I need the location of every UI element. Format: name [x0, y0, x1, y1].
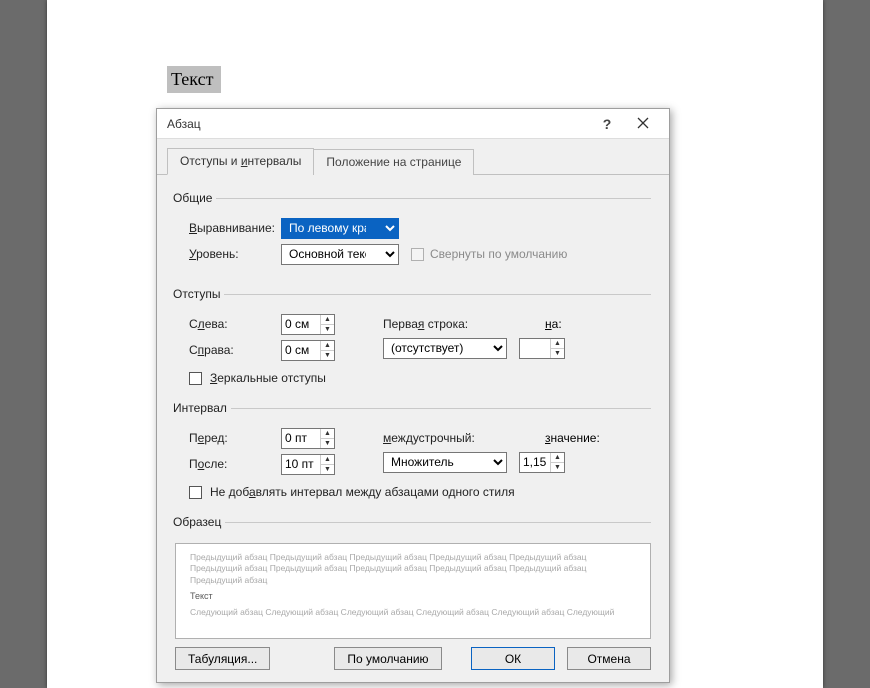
group-general: Общие Выравнивание: По левому краю Урове… [175, 191, 651, 269]
linespace-select[interactable]: Множитель [383, 452, 507, 473]
dialog-titlebar: Абзац ? [157, 109, 669, 139]
preview-sample: Текст [190, 590, 636, 602]
spin-up-icon[interactable]: ▲ [321, 455, 334, 465]
cancel-button[interactable]: Отмена [567, 647, 651, 670]
spin-up-icon[interactable]: ▲ [321, 341, 334, 351]
checkbox-icon [189, 486, 202, 499]
space-after-label: После: [189, 457, 281, 471]
no-space-same-style-checkbox[interactable]: Не добавлять интервал между абзацами одн… [189, 485, 651, 499]
space-before-input[interactable] [282, 429, 320, 448]
no-space-same-style-label: Не добавлять интервал между абзацами одн… [210, 485, 515, 499]
paragraph-dialog: Абзац ? Отступы и интервалы Положение на… [156, 108, 670, 683]
spin-down-icon[interactable]: ▼ [321, 325, 334, 334]
preview-prev-para: Предыдущий абзац Предыдущий абзац Предыд… [190, 552, 636, 586]
help-button[interactable]: ? [589, 116, 625, 132]
spin-up-icon[interactable]: ▲ [551, 453, 564, 463]
tab-indents-spacing[interactable]: Отступы и интервалы [167, 148, 314, 175]
preview-next-para: Следующий абзац Следующий абзац Следующи… [190, 607, 636, 618]
space-after-spinner[interactable]: ▲▼ [281, 454, 335, 475]
selected-text[interactable]: Текст [167, 66, 221, 93]
tabs-button[interactable]: Табуляция... [175, 647, 270, 670]
linespace-label: междустрочный: [383, 431, 533, 445]
spin-down-icon[interactable]: ▼ [321, 439, 334, 448]
dialog-tabs: Отступы и интервалы Положение на страниц… [157, 139, 669, 175]
group-preview-legend: Образец [173, 515, 225, 529]
by-spinner[interactable]: ▲▼ [519, 338, 565, 359]
at-input[interactable] [520, 453, 550, 472]
close-icon [637, 117, 649, 129]
firstline-select[interactable]: (отсутствует) [383, 338, 507, 359]
dialog-footer: Табуляция... По умолчанию ОК Отмена [157, 639, 669, 682]
group-indents-legend: Отступы [173, 287, 224, 301]
spin-up-icon[interactable]: ▲ [321, 429, 334, 439]
spin-up-icon[interactable]: ▲ [321, 315, 334, 325]
group-general-legend: Общие [173, 191, 216, 205]
dialog-title: Абзац [167, 117, 589, 131]
spin-down-icon[interactable]: ▼ [321, 351, 334, 360]
space-after-input[interactable] [282, 455, 320, 474]
firstline-label: Первая строка: [383, 317, 533, 331]
spin-up-icon[interactable]: ▲ [551, 339, 564, 349]
default-button[interactable]: По умолчанию [334, 647, 441, 670]
at-label: значение: [545, 431, 601, 445]
spin-down-icon[interactable]: ▼ [321, 465, 334, 474]
ok-button[interactable]: ОК [471, 647, 555, 670]
space-before-spinner[interactable]: ▲▼ [281, 428, 335, 449]
group-spacing-legend: Интервал [173, 401, 231, 415]
indent-right-input[interactable] [282, 341, 320, 360]
indent-left-spinner[interactable]: ▲▼ [281, 314, 335, 335]
indent-right-spinner[interactable]: ▲▼ [281, 340, 335, 361]
by-label: на: [545, 317, 599, 331]
close-button[interactable] [625, 116, 661, 132]
mirror-indents-label: Зеркальные отступы [210, 371, 326, 385]
checkbox-icon [189, 372, 202, 385]
group-spacing: Интервал Перед: ▲▼ После: ▲▼ [175, 401, 651, 501]
tab-label: Отступы и интервалы [180, 154, 301, 168]
outline-label: Уровень: [189, 247, 281, 261]
alignment-select[interactable]: По левому краю [281, 218, 399, 239]
tab-page-position[interactable]: Положение на странице [313, 149, 474, 175]
dialog-body: Общие Выравнивание: По левому краю Урове… [157, 175, 669, 639]
indent-left-input[interactable] [282, 315, 320, 334]
group-preview: Образец Предыдущий абзац Предыдущий абза… [175, 515, 651, 639]
collapsed-label: Свернуты по умолчанию [430, 247, 567, 261]
group-indents: Отступы Слева: ▲▼ Справа: ▲▼ [175, 287, 651, 387]
preview-box: Предыдущий абзац Предыдущий абзац Предыд… [175, 543, 651, 639]
checkbox-icon [411, 248, 424, 261]
by-input[interactable] [520, 339, 550, 358]
alignment-label: Выравнивание: [189, 221, 281, 235]
indent-left-label: Слева: [189, 317, 281, 331]
spin-down-icon[interactable]: ▼ [551, 463, 564, 472]
collapsed-checkbox: Свернуты по умолчанию [411, 247, 567, 261]
mirror-indents-checkbox[interactable]: Зеркальные отступы [189, 371, 651, 385]
spin-down-icon[interactable]: ▼ [551, 349, 564, 358]
outline-select[interactable]: Основной текст [281, 244, 399, 265]
space-before-label: Перед: [189, 431, 281, 445]
indent-right-label: Справа: [189, 343, 281, 357]
at-spinner[interactable]: ▲▼ [519, 452, 565, 473]
